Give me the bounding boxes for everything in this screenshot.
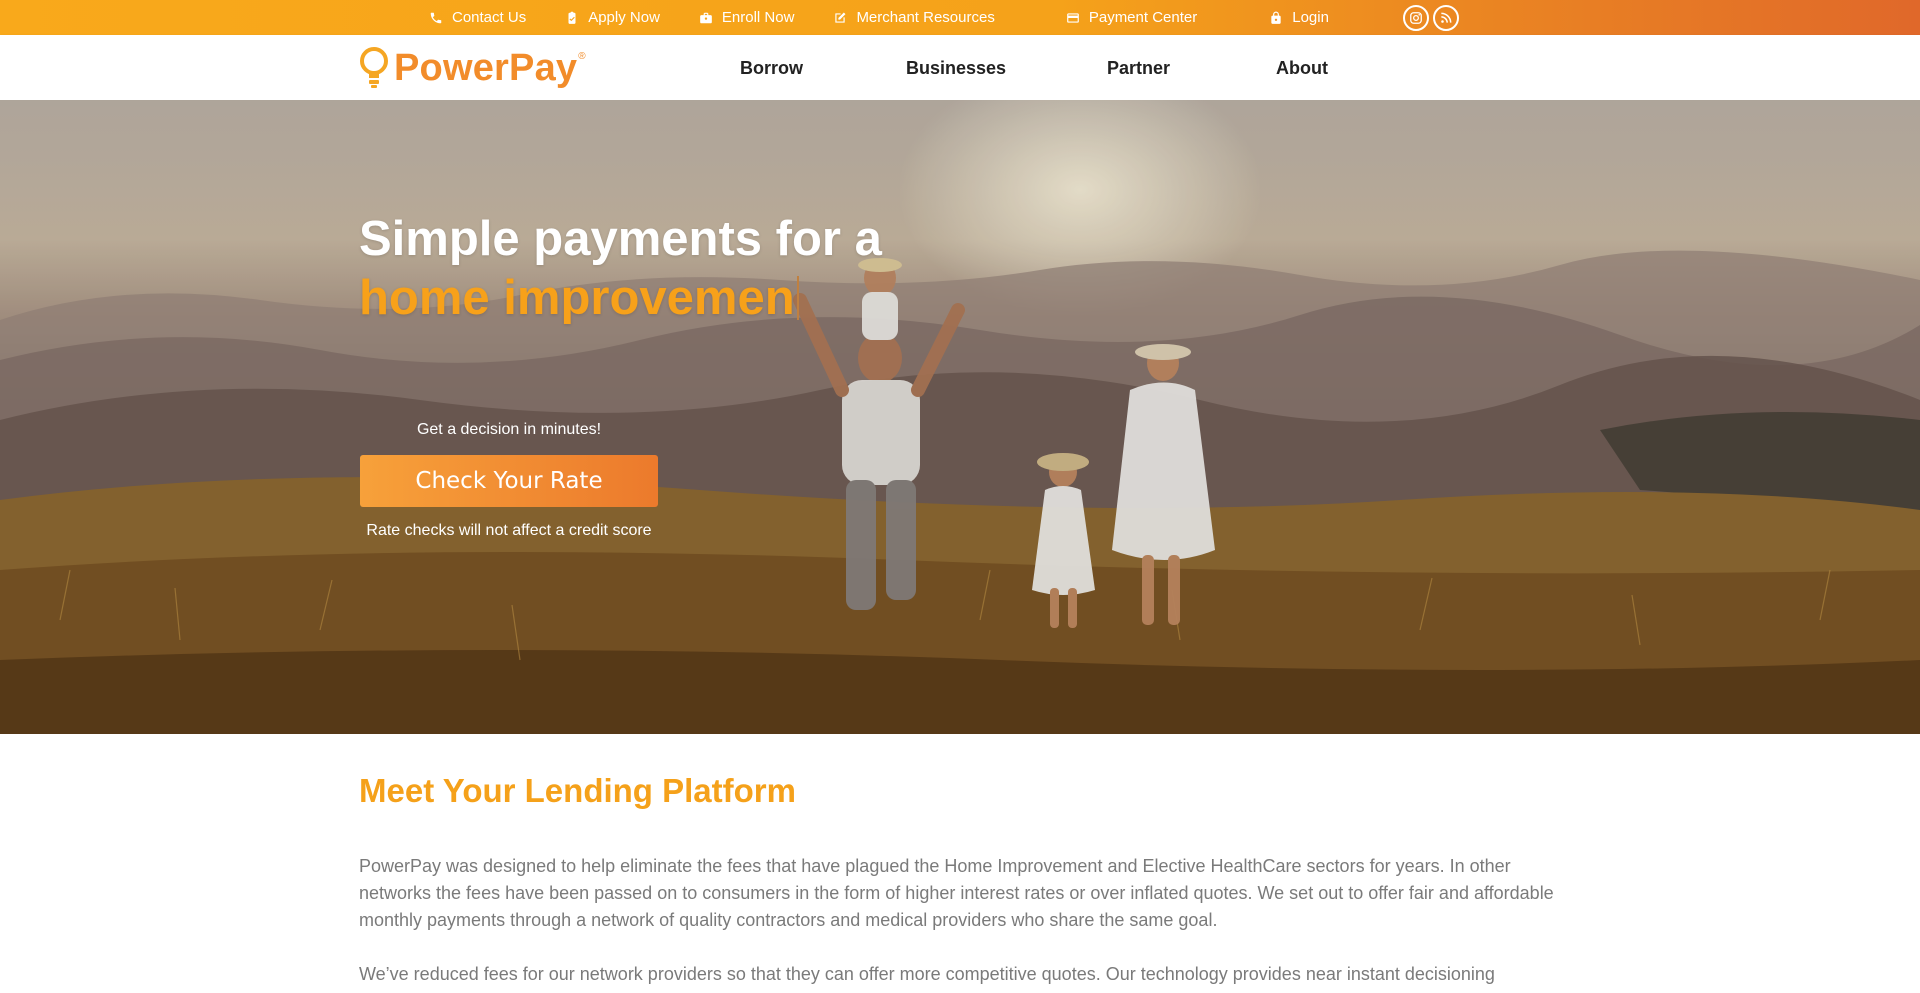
enroll-now-link[interactable]: Enroll Now	[699, 9, 795, 26]
login-link[interactable]: Login	[1269, 9, 1329, 26]
nav-item-borrow[interactable]: Borrow	[740, 58, 803, 79]
social-links	[1402, 4, 1463, 31]
instagram-icon[interactable]	[1402, 4, 1429, 31]
registered-mark: ®	[578, 51, 586, 62]
hero-headline: Simple payments for a home improvemen	[359, 210, 882, 328]
section-title: Meet Your Lending Platform	[359, 772, 796, 809]
lock-icon	[1269, 11, 1283, 25]
hero-banner: Simple payments for a home improvemen Ge…	[0, 100, 1920, 734]
payment-center-link[interactable]: Payment Center	[1066, 9, 1197, 26]
enroll-now-label: Enroll Now	[721, 9, 795, 26]
apply-now-link[interactable]: Apply Now	[565, 9, 660, 26]
intro-paragraph-1: PowerPay was designed to help eliminate …	[359, 856, 1554, 930]
contact-us-link[interactable]: Contact Us	[429, 9, 526, 26]
nav-item-partner[interactable]: Partner	[1107, 58, 1170, 79]
intro-paragraph-2: We’ve reduced fees for our network provi…	[359, 964, 1495, 984]
hero-headline-typed-text: home improvemen	[359, 271, 795, 325]
topbar-links: Contact Us Apply Now Enroll Now Merchant…	[429, 0, 1463, 35]
hero-headline-line1: Simple payments for a	[359, 212, 882, 266]
login-label: Login	[1292, 9, 1329, 26]
merchant-resources-label: Merchant Resources	[856, 9, 995, 26]
nav-item-about[interactable]: About	[1276, 58, 1328, 79]
nav-item-businesses[interactable]: Businesses	[906, 58, 1006, 79]
rss-icon[interactable]	[1432, 4, 1459, 31]
merchant-resources-link[interactable]: Merchant Resources	[833, 9, 995, 26]
logo-text: PowerPay	[394, 47, 578, 89]
apply-now-label: Apply Now	[588, 9, 660, 26]
phone-icon	[429, 11, 443, 25]
contact-us-label: Contact Us	[452, 9, 527, 26]
credit-card-icon	[1066, 11, 1080, 25]
payment-center-label: Payment Center	[1088, 9, 1198, 26]
typing-cursor	[796, 276, 799, 320]
lightbulb-logo-icon	[360, 47, 388, 88]
check-your-rate-button[interactable]: Check Your Rate	[360, 455, 658, 507]
credit-score-note: Rate checks will not affect a credit sco…	[366, 522, 652, 539]
clipboard-check-icon	[565, 11, 579, 25]
powerpay-logo[interactable]: PowerPay ®	[358, 45, 586, 91]
edit-icon	[833, 11, 847, 25]
family-sunset-hero-image	[0, 100, 1920, 734]
briefcase-icon	[699, 11, 713, 25]
site-header: PowerPay ® Borrow Businesses Partner Abo…	[0, 35, 1920, 100]
hero-subtitle: Get a decision in minutes!	[416, 421, 602, 438]
top-utility-bar: Contact Us Apply Now Enroll Now Merchant…	[0, 0, 1920, 35]
